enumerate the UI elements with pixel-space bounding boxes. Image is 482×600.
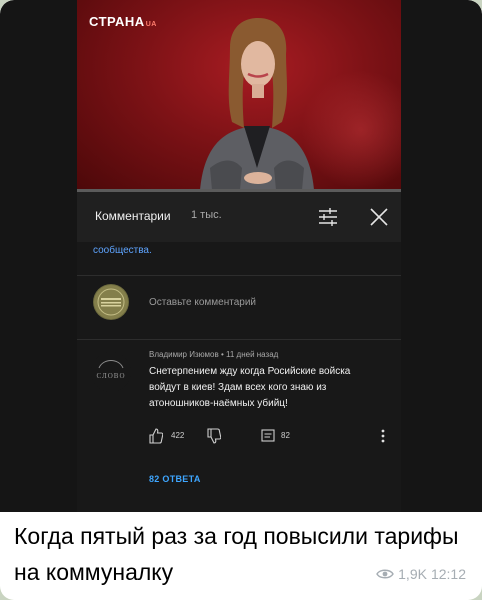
divider bbox=[77, 275, 401, 276]
more-options-icon[interactable] bbox=[379, 428, 387, 444]
view-replies-link[interactable]: 82 ОТВЕТА bbox=[149, 474, 201, 484]
divider bbox=[77, 339, 401, 340]
comments-header: Комментарии 1 тыс. bbox=[77, 192, 401, 242]
community-link[interactable]: сообщества. bbox=[93, 245, 152, 256]
user-avatar bbox=[93, 284, 129, 320]
comments-panel: Комментарии 1 тыс. сообщества. Оставьте … bbox=[77, 192, 401, 512]
message-bubble: СТРАНАUA Комментарии 1 тыс. сообщества. … bbox=[0, 0, 482, 600]
channel-logo-text: СТРАНА bbox=[89, 14, 145, 29]
message-meta: 1,9K 12:12 bbox=[376, 566, 466, 582]
eye-icon bbox=[376, 569, 394, 579]
comment-author-avatar-label: СЛОВО bbox=[96, 372, 125, 380]
comment-author-avatar[interactable]: СЛОВО bbox=[91, 352, 131, 392]
media-screenshot[interactable]: СТРАНАUA Комментарии 1 тыс. сообщества. … bbox=[0, 0, 482, 512]
comment-text: Снетерпением жду когда Росийские войска … bbox=[149, 366, 351, 409]
channel-logo: СТРАНАUA bbox=[89, 14, 157, 29]
comments-title: Комментарии bbox=[95, 209, 171, 223]
sort-filter-icon[interactable] bbox=[317, 206, 339, 228]
comment-author-meta: Владимир Изюмов • 11 дней назад bbox=[149, 350, 279, 359]
like-count: 422 bbox=[171, 431, 185, 440]
comments-count: 1 тыс. bbox=[191, 209, 222, 221]
coin-avatar-icon bbox=[94, 285, 128, 319]
video-player[interactable]: СТРАНАUA bbox=[77, 0, 401, 190]
reply-count: 82 bbox=[281, 431, 290, 440]
channel-logo-suffix: UA bbox=[145, 21, 157, 28]
reply-icon[interactable] bbox=[261, 428, 275, 444]
thumbs-up-icon[interactable] bbox=[149, 428, 163, 444]
presenter-figure bbox=[200, 18, 314, 190]
message-time: 12:12 bbox=[430, 566, 466, 582]
close-icon[interactable] bbox=[367, 205, 391, 229]
view-count: 1,9K bbox=[398, 566, 427, 582]
add-comment-input[interactable]: Оставьте комментарий bbox=[149, 297, 256, 308]
thumbs-down-icon[interactable] bbox=[207, 428, 221, 444]
